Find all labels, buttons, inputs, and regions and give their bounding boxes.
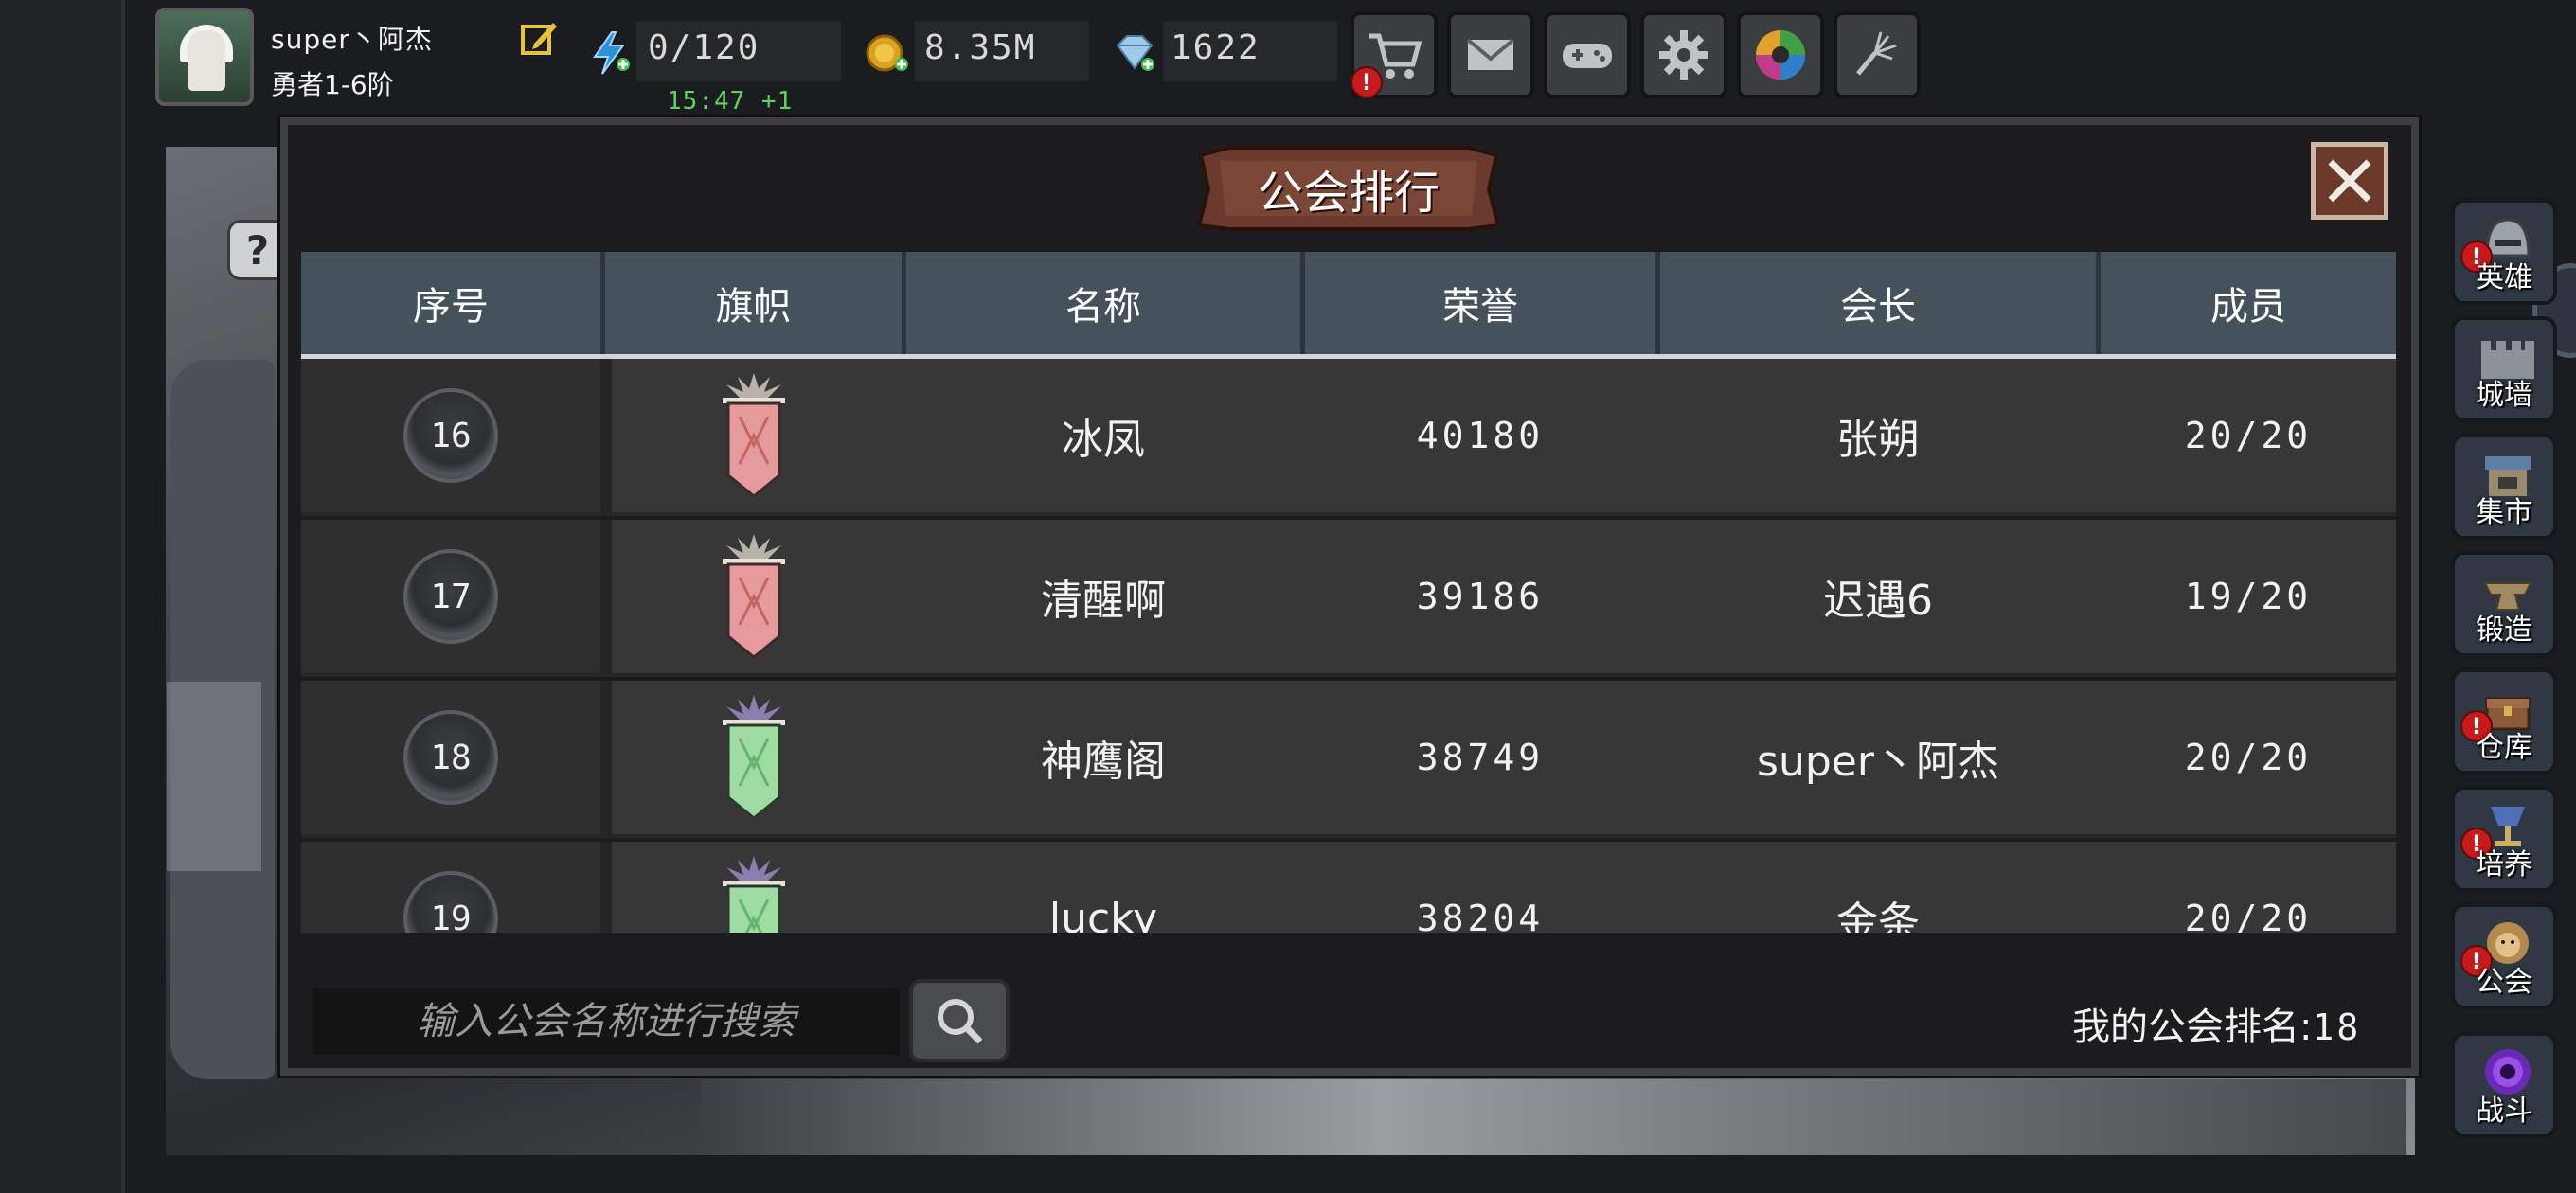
- background-floor: [701, 1079, 2406, 1155]
- side-menu-label: 英雄: [2476, 261, 2532, 294]
- rank-medal: 16: [403, 388, 498, 483]
- gamepad-button[interactable]: [1544, 11, 1631, 98]
- my-guild-rank: 我的公会排名:18: [2072, 996, 2361, 1051]
- my-guild-rank-value: 18: [2312, 1006, 2362, 1048]
- guild-search-input[interactable]: [313, 988, 900, 1056]
- gold-value: 8.35M: [924, 28, 1037, 67]
- left-edge-strip: [0, 0, 123, 1193]
- guild-leader: 金条: [1836, 899, 1920, 933]
- side-menu-wall[interactable]: 城墙: [2451, 316, 2557, 422]
- settings-gear-icon: [1659, 30, 1708, 80]
- flag-cell: [605, 359, 902, 512]
- flag-cell: [605, 681, 902, 834]
- column-header-flag: 旗帜: [715, 285, 792, 329]
- player-name: super丶阿杰: [271, 24, 433, 55]
- mail-button[interactable]: [1447, 11, 1534, 98]
- guild-honor: 38204: [1416, 898, 1545, 933]
- fireworks-button[interactable]: [1834, 11, 1921, 98]
- column-header-index: 序号: [413, 285, 489, 329]
- rank-medal: 17: [403, 549, 498, 644]
- guild-name: lucky: [1048, 894, 1158, 934]
- my-guild-rank-label: 我的公会排名:: [2072, 1006, 2313, 1049]
- side-menu-label: 仓库: [2476, 731, 2532, 764]
- search-button[interactable]: [909, 979, 1010, 1062]
- rank-cell: 17: [301, 520, 600, 673]
- side-menu-market[interactable]: 集市: [2451, 434, 2557, 540]
- guild-members: 19/20: [2184, 576, 2313, 617]
- gem-value: 1622: [1171, 28, 1261, 67]
- guild-name: 神鹰阁: [1041, 738, 1166, 786]
- guild-members: 20/20: [2184, 737, 2313, 778]
- side-menu-label: 战斗: [2476, 1095, 2532, 1128]
- guild-name: 清醒啊: [1041, 577, 1166, 625]
- camera-button[interactable]: [1737, 11, 1824, 98]
- column-header-members: 成员: [2210, 285, 2286, 329]
- shop-alert-badge: !: [1351, 66, 1383, 98]
- player-avatar[interactable]: [155, 8, 254, 106]
- search-icon: [938, 999, 983, 1044]
- side-menu-label: 培养: [2476, 848, 2532, 881]
- table-header: 序号 旗帜 名称 荣誉 会长 成员: [301, 252, 2396, 359]
- settings-button[interactable]: [1640, 11, 1727, 98]
- rank-medal: 19: [403, 871, 498, 933]
- guild-search-field[interactable]: [313, 988, 900, 1056]
- guild-row[interactable]: 17 清醒啊 39186 迟遇6 19/20: [301, 520, 2396, 677]
- guild-leader: super丶阿杰: [1757, 738, 1999, 786]
- help-icon[interactable]: ?: [227, 220, 288, 280]
- column-header-honor: 荣誉: [1442, 285, 1518, 329]
- rank-cell: 18: [301, 681, 600, 834]
- left-edge-divider: [121, 0, 125, 1193]
- guild-banner-icon: [722, 534, 785, 659]
- rank-medal: 18: [403, 710, 498, 805]
- side-menu-forge[interactable]: 锻造: [2451, 551, 2557, 657]
- dialog-title: 公会排行: [1257, 167, 1440, 220]
- guild-members: 20/20: [2184, 898, 2313, 933]
- guild-honor: 39186: [1416, 576, 1545, 617]
- flag-cell: [605, 520, 902, 673]
- gold-coin-icon: [864, 28, 911, 76]
- camera-shutter-icon: [1756, 30, 1805, 80]
- close-icon: [2328, 159, 2371, 203]
- avatar-face: [188, 30, 225, 91]
- guild-name: 冰凤: [1062, 416, 1145, 464]
- guild-leader: 张朔: [1836, 416, 1920, 464]
- shop-button[interactable]: !: [1351, 11, 1438, 98]
- gamepad-icon: [1563, 44, 1612, 68]
- side-menu-label: 集市: [2476, 496, 2532, 529]
- side-menu-warehouse[interactable]: ! 仓库: [2451, 668, 2557, 775]
- energy-timer: 15:47 +1: [667, 87, 794, 116]
- side-menu-battle[interactable]: 战斗: [2451, 1032, 2557, 1138]
- player-rank: 勇者1-6阶: [271, 69, 394, 100]
- background-stone: [167, 682, 261, 871]
- guild-honor: 40180: [1416, 415, 1545, 456]
- rank-cell: 16: [301, 359, 600, 512]
- guild-members: 20/20: [2184, 415, 2313, 456]
- side-menu-hero[interactable]: ! 英雄: [2451, 199, 2557, 305]
- guild-row[interactable]: 19 lucky 38204 金条 20/20: [301, 842, 2396, 933]
- guild-honor: 38749: [1416, 737, 1545, 778]
- edit-name-icon[interactable]: [519, 17, 561, 59]
- fireworks-icon: [1856, 31, 1897, 76]
- guild-banner-icon: [722, 373, 785, 498]
- side-menu-cultivate[interactable]: ! 培养: [2451, 786, 2557, 892]
- mail-icon: [1466, 38, 1515, 70]
- guild-row[interactable]: 16 冰凤 40180 张朔 20/20: [301, 359, 2396, 516]
- column-header-leader: 会长: [1840, 285, 1916, 329]
- gem-diamond-icon: [1110, 28, 1157, 76]
- side-menu-guild[interactable]: ! 公会: [2451, 903, 2557, 1009]
- guild-leader: 迟遇6: [1823, 577, 1933, 625]
- guild-row[interactable]: 18 神鹰阁 38749 super丶阿杰 20/20: [301, 681, 2396, 838]
- rank-cell: 19: [301, 842, 600, 933]
- guild-banner-icon: [722, 856, 785, 933]
- close-button[interactable]: [2311, 142, 2388, 220]
- column-header-name: 名称: [1065, 285, 1141, 329]
- energy-bolt-icon: [585, 28, 633, 76]
- guild-banner-icon: [722, 695, 785, 820]
- energy-value: 0/120: [648, 28, 760, 67]
- side-menu-label: 城墙: [2476, 379, 2532, 412]
- side-menu-label: 公会: [2476, 966, 2532, 999]
- side-menu-label: 锻造: [2476, 614, 2532, 647]
- flag-cell: [605, 842, 902, 933]
- guild-ranking-list[interactable]: 16 冰凤 40180 张朔 20/20 17 清醒啊 39186 迟遇6 19…: [301, 359, 2396, 933]
